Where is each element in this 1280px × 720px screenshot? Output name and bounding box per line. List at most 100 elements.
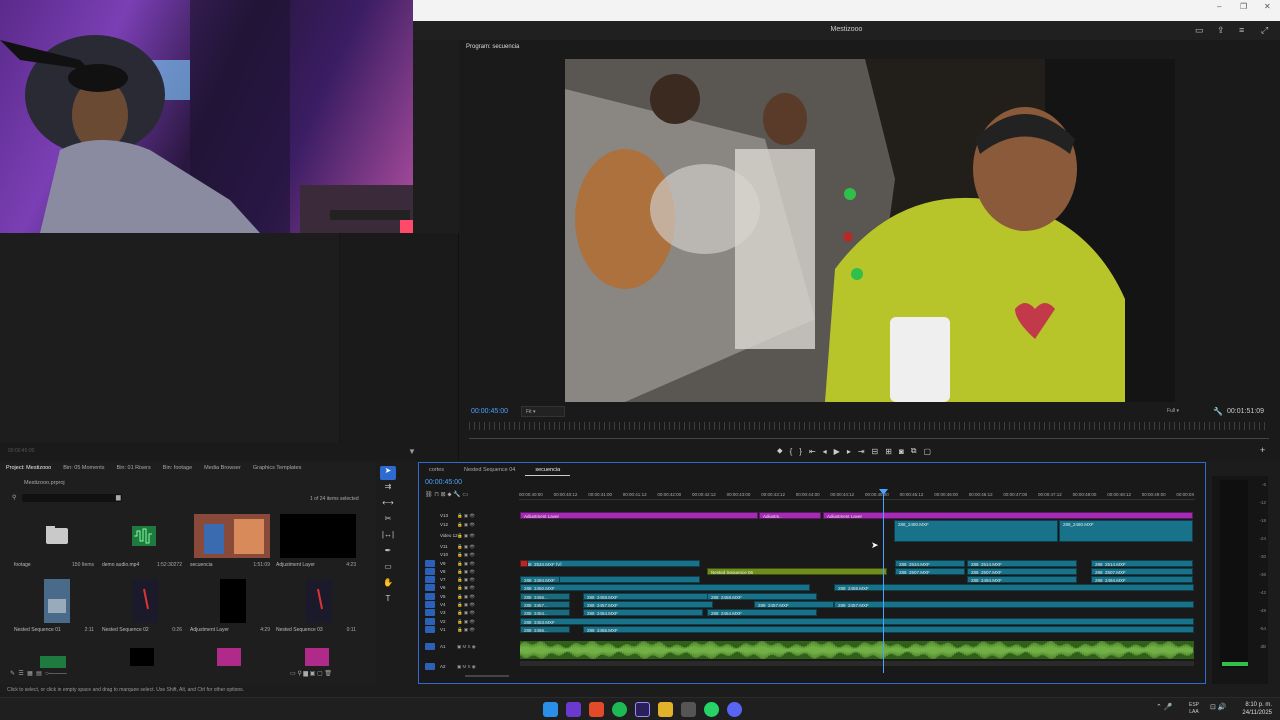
project-item-thumb[interactable] bbox=[130, 648, 154, 666]
track-header[interactable]: V2 🔒 ▣ 👁 bbox=[423, 618, 519, 625]
project-item-thumb[interactable] bbox=[217, 648, 241, 666]
playhead[interactable] bbox=[883, 493, 884, 673]
track-target-toggle[interactable] bbox=[425, 618, 435, 625]
audio-track-a2[interactable] bbox=[520, 661, 1194, 666]
timeline-clip[interactable]: 288_2507.MXF bbox=[967, 568, 1077, 575]
project-item[interactable]: Adjustment Layer 4:29 bbox=[190, 579, 270, 637]
rectangle-tool-icon[interactable]: ▭ bbox=[380, 562, 396, 576]
track-controls-icons[interactable]: 🔒 ▣ 👁 bbox=[457, 577, 475, 583]
step-back-icon[interactable]: ◂ bbox=[823, 447, 827, 456]
timeline-clip[interactable]: 288_2453.MXF bbox=[520, 618, 1194, 625]
track-header[interactable]: V13 🔒 ▣ 👁 bbox=[423, 512, 519, 519]
compare-icon[interactable]: ⧉ bbox=[911, 446, 917, 456]
type-tool-icon[interactable]: T bbox=[380, 594, 396, 608]
timeline-clip[interactable]: 288_2454.MXF bbox=[583, 609, 703, 616]
tab-media-browser[interactable]: Media Browser bbox=[198, 462, 247, 475]
timeline-clip[interactable]: 288_2514.MXF bbox=[967, 560, 1077, 567]
settings-icon[interactable] bbox=[681, 702, 696, 717]
track-header[interactable]: V5 🔒 ▣ 👁 bbox=[423, 593, 519, 600]
play-icon[interactable]: ▶ bbox=[834, 447, 840, 456]
timeline-clip[interactable]: 288_2454... bbox=[520, 609, 570, 616]
extract-icon[interactable]: ⊞ bbox=[885, 447, 892, 456]
tab-cortes[interactable]: cortes bbox=[419, 465, 454, 476]
timeline-clip[interactable]: 288_2457.MXF bbox=[583, 601, 713, 608]
track-target-toggle[interactable] bbox=[425, 643, 435, 650]
track-header[interactable]: V7 🔒 ▣ 👁 bbox=[423, 576, 519, 583]
tab-nested-sequence-04[interactable]: Nested Sequence 04 bbox=[454, 465, 525, 476]
go-to-out-icon[interactable]: ⇥ bbox=[858, 447, 865, 456]
timeline-clip[interactable]: 288_2534.MXF [V] bbox=[520, 560, 700, 567]
track-controls-icons[interactable]: 🔒 ▣ 👁 bbox=[457, 610, 475, 616]
close-button[interactable]: ✕ bbox=[1264, 2, 1271, 11]
tab-graphics-templates[interactable]: Graphics Templates bbox=[247, 462, 308, 475]
timeline-clip[interactable]: 288_2458.MXF bbox=[707, 593, 817, 600]
timeline-clip[interactable]: Adjustment Layer bbox=[823, 512, 1193, 519]
timeline-clip[interactable]: 288_2456.MXF bbox=[583, 626, 1194, 633]
icon-view-icon[interactable]: ▦ bbox=[27, 671, 33, 677]
tray-icons[interactable]: ⌃ 🎤 bbox=[1156, 703, 1173, 711]
tab-bin-moments[interactable]: Bin: 05 Moments bbox=[57, 462, 110, 475]
fullscreen-icon[interactable]: ⤢ bbox=[1261, 25, 1268, 36]
track-controls-icons[interactable]: 🔒 ▣ 👁 bbox=[457, 569, 475, 575]
timeline-clip[interactable]: 288_2480.MXF bbox=[1059, 520, 1193, 542]
track-controls-icons[interactable]: 🔒 ▣ 👁 bbox=[457, 561, 475, 567]
hand-tool-icon[interactable]: ✋ bbox=[380, 578, 396, 592]
network-volume-icons[interactable]: ⊡ 🔊 bbox=[1210, 703, 1227, 711]
track-select-tool-icon[interactable]: ⇉ bbox=[380, 482, 396, 496]
track-target-toggle[interactable] bbox=[425, 593, 435, 600]
go-to-in-icon[interactable]: ⇤ bbox=[809, 447, 816, 456]
timeline-clip[interactable]: 288_2534.MXF bbox=[895, 560, 965, 567]
program-timecode[interactable]: 00:00:45:00 bbox=[471, 408, 508, 415]
timeline-clip[interactable]: 288_2457.MXF bbox=[754, 601, 834, 608]
timeline-clip[interactable]: 288_2507.MXF bbox=[1091, 568, 1193, 575]
maximize-button[interactable]: ❐ bbox=[1240, 2, 1247, 11]
track-target-toggle[interactable] bbox=[425, 584, 435, 591]
track-header[interactable]: V12 🔒 ▣ 👁 bbox=[423, 521, 519, 528]
track-controls-icons[interactable]: 🔒 ▣ 👁 bbox=[457, 552, 475, 558]
timeline-clip[interactable]: 288_2456... bbox=[520, 593, 570, 600]
track-controls-icons[interactable]: 🔒 ▣ 👁 bbox=[457, 513, 475, 519]
wrench-icon[interactable]: 🔧 bbox=[1213, 407, 1223, 416]
timeline-clip[interactable]: 288_2480.MXF bbox=[894, 520, 1058, 542]
freeform-view-icon[interactable]: ▤ bbox=[36, 671, 42, 677]
whatsapp-icon[interactable] bbox=[704, 702, 719, 717]
track-header[interactable]: A2 ▣ M S ◉ bbox=[423, 663, 519, 670]
pencil-icon[interactable]: ✎ bbox=[10, 671, 15, 677]
timeline-clip[interactable]: Nested Sequence 06 bbox=[707, 568, 887, 575]
track-header[interactable]: V11 🔒 ▣ 👁 bbox=[423, 543, 519, 550]
timeline-tool-icons[interactable]: ⛓ ⊓ ⊠ ⬥ 🔧 ▭ bbox=[425, 491, 468, 499]
start-icon[interactable] bbox=[543, 702, 558, 717]
razor-tool-icon[interactable]: ✂ bbox=[380, 514, 396, 528]
safe-margins-icon[interactable]: ▢ bbox=[924, 447, 932, 456]
track-controls-icons[interactable]: 🔒 ▣ 👁 bbox=[457, 619, 475, 625]
tab-project[interactable]: Project: Mestizooo bbox=[0, 462, 57, 475]
lift-icon[interactable]: ⊟ bbox=[872, 447, 879, 456]
program-scrub-bar[interactable] bbox=[469, 438, 1269, 439]
timeline-clip[interactable]: 288_2507.MXF bbox=[895, 568, 965, 575]
add-button-icon[interactable]: + bbox=[1260, 445, 1265, 455]
track-controls-icons[interactable]: 🔒 ▣ 👁 bbox=[457, 533, 475, 539]
program-monitor-tab[interactable]: Program: secuencia bbox=[466, 44, 519, 50]
project-item-thumb[interactable] bbox=[305, 648, 329, 666]
track-header[interactable]: Video 12 🔒 ▣ 👁 bbox=[423, 532, 519, 539]
project-item[interactable]: Nested Sequence 02 0:26 bbox=[102, 579, 182, 637]
tab-bin-footage[interactable]: Bin: footage bbox=[157, 462, 198, 475]
search-input[interactable] bbox=[22, 494, 122, 502]
track-header[interactable]: V4 🔒 ▣ 👁 bbox=[423, 601, 519, 608]
bottom-panel-icons[interactable]: ▭ ⚲ ▆ ▣ ▢ 🗑 bbox=[290, 670, 332, 677]
track-controls-icons[interactable]: 🔒 ▣ 👁 bbox=[457, 594, 475, 600]
track-controls-icons[interactable]: 🔒 ▣ 👁 bbox=[457, 602, 475, 608]
slip-tool-icon[interactable]: |↔| bbox=[380, 530, 396, 544]
timeline-clip[interactable]: Adjustment Layer bbox=[520, 512, 758, 519]
track-target-toggle[interactable] bbox=[425, 609, 435, 616]
timeline-clip[interactable]: 288_2454.MXF bbox=[707, 609, 817, 616]
track-target-toggle[interactable] bbox=[425, 576, 435, 583]
export-frame-icon[interactable]: ◙ bbox=[899, 447, 904, 456]
zoom-slider[interactable]: ○——— bbox=[45, 671, 67, 677]
spotify-icon[interactable] bbox=[612, 702, 627, 717]
premiere-icon[interactable] bbox=[635, 702, 650, 717]
minimize-button[interactable]: – bbox=[1217, 2, 1221, 11]
tab-secuencia[interactable]: secuencia bbox=[525, 465, 571, 476]
timeline-clip[interactable]: 288_2450.MXF bbox=[520, 584, 810, 591]
track-controls-icons[interactable]: 🔒 ▣ 👁 bbox=[457, 627, 475, 633]
